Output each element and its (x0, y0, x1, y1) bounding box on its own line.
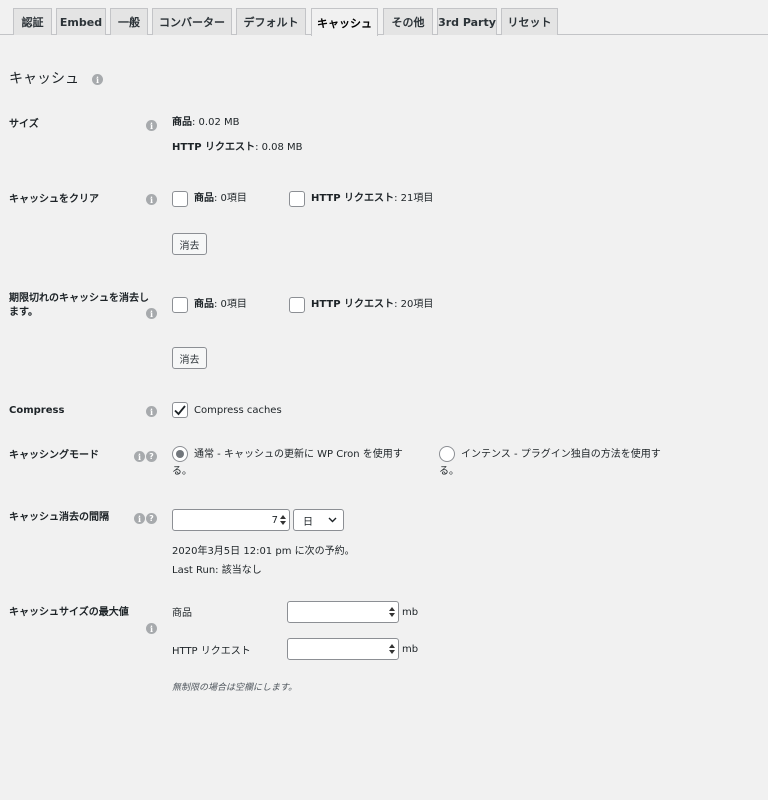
tab-general[interactable]: 一般 (110, 8, 148, 35)
mode-intense-text-line1: インテンス - プラグイン独自の方法を使用す (461, 449, 661, 460)
size-http-label: HTTP リクエスト (172, 142, 256, 153)
info-icon[interactable]: i (146, 623, 157, 634)
page-title: キャッシュ (9, 71, 79, 87)
max-products-unit: mb (402, 607, 419, 618)
cache-interval-value: 7 (271, 514, 278, 526)
expired-http-value: : 20項目 (394, 299, 434, 310)
next-schedule-text: 2020年3月5日 12:01 pm に次の予約。 (172, 546, 355, 557)
tab-auth[interactable]: 認証 (13, 8, 52, 35)
tab-embed[interactable]: Embed (56, 8, 106, 35)
max-products-input[interactable] (287, 601, 399, 623)
clear-expired-button[interactable]: 消去 (172, 347, 207, 369)
clear-products-checkbox[interactable] (172, 191, 188, 207)
size-products-label: 商品 (172, 117, 192, 128)
info-icon[interactable]: i (146, 406, 157, 417)
compress-caches-text: Compress caches (194, 405, 282, 416)
mode-intense-radio[interactable] (439, 446, 455, 462)
tab-cache[interactable]: キャッシュ (311, 8, 378, 36)
info-icon[interactable]: i (134, 451, 145, 462)
spinner-icon[interactable] (389, 607, 395, 617)
tab-other[interactable]: その他 (383, 8, 433, 35)
max-cache-size-label: キャッシュサイズの最大値 (9, 607, 129, 618)
info-icon[interactable]: i (92, 74, 103, 85)
cache-interval-input[interactable]: 7 (172, 509, 290, 531)
expired-cache-label-line1: 期限切れのキャッシュを消去し (9, 293, 149, 304)
size-label: サイズ (9, 119, 39, 130)
cache-interval-label: キャッシュ消去の間隔 (9, 512, 109, 523)
tab-default[interactable]: デフォルト (236, 8, 306, 35)
expired-cache-label-line2: ます。 (9, 307, 38, 318)
expired-products-value: : 0項目 (214, 299, 247, 310)
cache-interval-unit: 日 (303, 516, 313, 528)
clear-http-checkbox[interactable] (289, 191, 305, 207)
clear-http-text: HTTP リクエスト: 21項目 (311, 192, 433, 206)
last-run-text: Last Run: 該当なし (172, 565, 262, 576)
clear-cache-label: キャッシュをクリア (9, 194, 99, 205)
spinner-icon[interactable] (389, 644, 395, 654)
tab-converter[interactable]: コンバーター (152, 8, 232, 35)
size-http-value: : 0.08 MB (255, 142, 303, 153)
mode-normal-text-line2: る。 (172, 466, 192, 477)
max-products-label: 商品 (172, 608, 192, 619)
expired-products-text: 商品: 0項目 (194, 298, 247, 312)
clear-http-label: HTTP リクエスト (311, 193, 395, 204)
max-http-label: HTTP リクエスト (172, 646, 251, 657)
expired-products-label: 商品 (194, 299, 214, 310)
help-icon[interactable]: ? (146, 451, 157, 462)
chevron-down-icon (328, 517, 337, 523)
tab-3rd-party[interactable]: 3rd Party (437, 8, 497, 35)
max-http-unit: mb (402, 644, 419, 655)
help-icon[interactable]: ? (146, 513, 157, 524)
size-http: HTTP リクエスト: 0.08 MB (172, 141, 303, 155)
settings-tabs: 認証 Embed 一般 コンバーター デフォルト キャッシュ その他 3rd P… (0, 0, 768, 36)
info-icon[interactable]: i (146, 308, 157, 319)
tab-reset[interactable]: リセット (501, 8, 558, 35)
info-icon[interactable]: i (146, 120, 157, 131)
expired-http-label: HTTP リクエスト (311, 299, 395, 310)
expired-http-text: HTTP リクエスト: 20項目 (311, 298, 433, 312)
expired-products-checkbox[interactable] (172, 297, 188, 313)
cache-interval-unit-select[interactable]: 日 (293, 509, 344, 531)
spinner-icon[interactable] (280, 515, 286, 525)
checkmark-icon (174, 405, 186, 416)
mode-normal-radio[interactable] (172, 446, 188, 462)
caching-mode-label: キャッシングモード (9, 450, 99, 461)
radio-selected-dot (176, 450, 184, 458)
expired-http-checkbox[interactable] (289, 297, 305, 313)
info-icon[interactable]: i (134, 513, 145, 524)
clear-products-text: 商品: 0項目 (194, 192, 247, 206)
size-products: 商品: 0.02 MB (172, 116, 239, 130)
unlimited-note: 無制限の場合は空欄にします。 (172, 683, 298, 693)
clear-cache-button[interactable]: 消去 (172, 233, 207, 255)
max-http-input[interactable] (287, 638, 399, 660)
compress-label: Compress (9, 405, 65, 416)
mode-intense-text-line2: る。 (439, 466, 459, 477)
clear-products-label: 商品 (194, 193, 214, 204)
info-icon[interactable]: i (146, 194, 157, 205)
clear-products-value: : 0項目 (214, 193, 247, 204)
compress-caches-checkbox[interactable] (172, 402, 188, 418)
clear-http-value: : 21項目 (394, 193, 434, 204)
size-products-value: : 0.02 MB (192, 117, 240, 128)
mode-normal-text-line1: 通常 - キャッシュの更新に WP Cron を使用す (194, 449, 403, 460)
